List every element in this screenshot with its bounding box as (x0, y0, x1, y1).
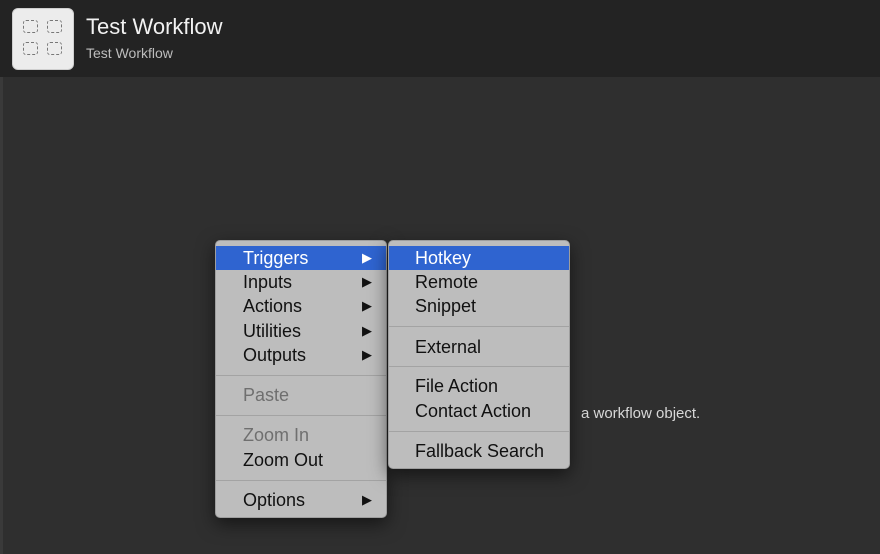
submenu-item-hotkey[interactable]: Hotkey (389, 246, 569, 270)
menu-item-label: Hotkey (415, 248, 472, 268)
menu-separator (216, 375, 386, 376)
menu-item-label: Zoom Out (243, 450, 324, 470)
menu-item-label: Snippet (415, 296, 477, 316)
menu-item-actions[interactable]: Actions ▶ (216, 294, 386, 318)
triggers-submenu: Hotkey Remote Snippet External File Acti… (388, 240, 570, 469)
menu-item-utilities[interactable]: Utilities ▶ (216, 319, 386, 343)
menu-item-outputs[interactable]: Outputs ▶ (216, 343, 386, 367)
grid-cell-icon (23, 42, 38, 55)
menu-item-label: Triggers (243, 248, 309, 268)
submenu-item-snippet[interactable]: Snippet (389, 294, 569, 318)
workflow-subtitle: Test Workflow (86, 45, 173, 61)
workflow-icon[interactable] (12, 8, 74, 70)
submenu-item-file-action[interactable]: File Action (389, 374, 569, 398)
submenu-item-fallback-search[interactable]: Fallback Search (389, 439, 569, 463)
submenu-arrow-icon: ▶ (362, 250, 372, 265)
submenu-arrow-icon: ▶ (362, 347, 372, 362)
submenu-arrow-icon: ▶ (362, 298, 372, 313)
menu-item-label: Actions (243, 296, 303, 316)
submenu-arrow-icon: ▶ (362, 274, 372, 289)
menu-item-paste[interactable]: Paste (216, 383, 386, 407)
menu-item-label: Remote (415, 272, 479, 292)
workflow-title[interactable]: Test Workflow (86, 13, 223, 41)
menu-separator (216, 415, 386, 416)
menu-separator (389, 366, 569, 367)
menu-item-label: File Action (415, 376, 499, 396)
submenu-item-external[interactable]: External (389, 335, 569, 359)
menu-item-inputs[interactable]: Inputs ▶ (216, 270, 386, 294)
menu-separator (389, 326, 569, 327)
menu-item-zoom-out[interactable]: Zoom Out (216, 448, 386, 472)
window-header: Test Workflow Test Workflow (0, 0, 880, 77)
menu-item-label: Utilities (243, 321, 302, 341)
menu-item-label: Contact Action (415, 401, 532, 421)
menu-item-label: Outputs (243, 345, 307, 365)
submenu-item-remote[interactable]: Remote (389, 270, 569, 294)
menu-item-label: Fallback Search (415, 441, 545, 461)
menu-item-label: Zoom In (243, 425, 310, 445)
menu-item-label: Inputs (243, 272, 293, 292)
menu-item-label: Options (243, 490, 306, 510)
menu-item-options[interactable]: Options ▶ (216, 488, 386, 512)
menu-item-label: Paste (243, 385, 290, 405)
menu-item-label: External (415, 337, 482, 357)
context-menu: Triggers ▶ Inputs ▶ Actions ▶ Utilities … (215, 240, 387, 518)
menu-separator (389, 431, 569, 432)
menu-separator (216, 480, 386, 481)
submenu-arrow-icon: ▶ (362, 492, 372, 507)
canvas-hint-text: a workflow object. (581, 405, 701, 422)
submenu-arrow-icon: ▶ (362, 323, 372, 338)
menu-item-triggers[interactable]: Triggers ▶ (216, 246, 386, 270)
menu-item-zoom-in[interactable]: Zoom In (216, 423, 386, 447)
submenu-item-contact-action[interactable]: Contact Action (389, 399, 569, 423)
grid-cell-icon (47, 20, 62, 33)
grid-cell-icon (23, 20, 38, 33)
grid-cell-icon (47, 42, 62, 55)
